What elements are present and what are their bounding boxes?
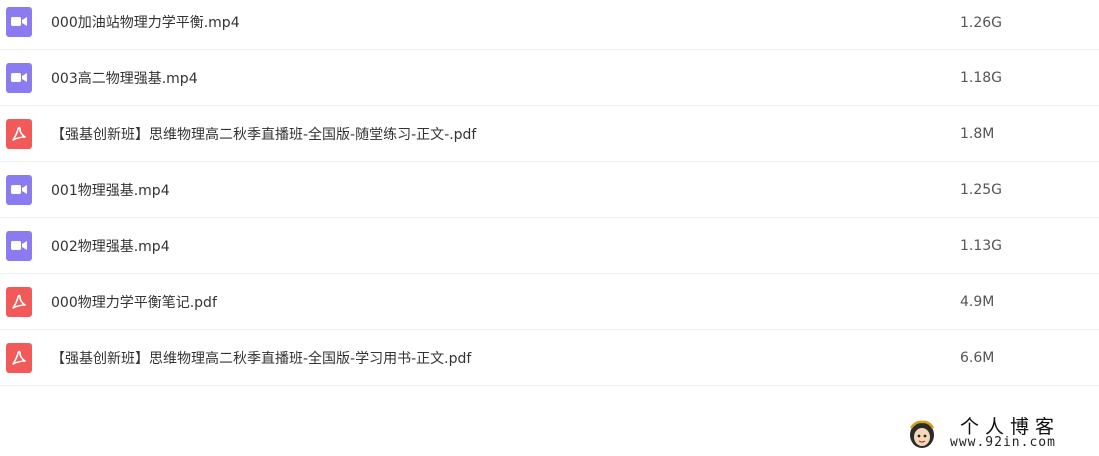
file-size: 1.18G (960, 69, 1003, 86)
file-name[interactable]: 【强基创新班】思维物理高二秋季直播班-全国版-随堂练习-正文-.pdf (51, 124, 476, 144)
file-list: 000加油站物理力学平衡.mp4 1.26G 003高二物理强基.mp4 1.1… (0, 0, 1099, 386)
file-row[interactable]: 003高二物理强基.mp4 1.18G (0, 50, 1099, 106)
file-row[interactable]: 002物理强基.mp4 1.13G (0, 218, 1099, 274)
video-file-icon (6, 230, 32, 261)
video-file-icon (6, 174, 32, 205)
pdf-file-icon (6, 118, 32, 149)
file-row[interactable]: 001物理强基.mp4 1.25G (0, 162, 1099, 218)
video-file-icon (6, 6, 32, 37)
file-size: 1.8M (960, 125, 995, 142)
pdf-file-icon (6, 286, 32, 317)
file-name[interactable]: 001物理强基.mp4 (51, 180, 170, 200)
file-name[interactable]: 000加油站物理力学平衡.mp4 (51, 12, 240, 32)
video-file-icon (6, 62, 32, 93)
watermark-url: www.92in.com (950, 435, 1056, 450)
file-size: 1.13G (960, 237, 1003, 254)
avatar-icon (907, 418, 937, 450)
file-row[interactable]: 000物理力学平衡笔记.pdf 4.9M (0, 274, 1099, 330)
file-row[interactable]: 【强基创新班】思维物理高二秋季直播班-全国版-学习用书-正文.pdf 6.6M (0, 330, 1099, 386)
file-row[interactable]: 【强基创新班】思维物理高二秋季直播班-全国版-随堂练习-正文-.pdf 1.8M (0, 106, 1099, 162)
file-name[interactable]: 000物理力学平衡笔记.pdf (51, 292, 217, 312)
file-size: 6.6M (960, 349, 995, 366)
pdf-file-icon (6, 342, 32, 373)
file-size: 1.26G (960, 14, 1003, 31)
blog-watermark: 个人博客 www.92in.com (905, 410, 1095, 454)
file-name[interactable]: 003高二物理强基.mp4 (51, 68, 198, 88)
file-name[interactable]: 【强基创新班】思维物理高二秋季直播班-全国版-学习用书-正文.pdf (51, 348, 471, 368)
file-row[interactable]: 000加油站物理力学平衡.mp4 1.26G (0, 0, 1099, 50)
file-size: 4.9M (960, 293, 995, 310)
file-name[interactable]: 002物理强基.mp4 (51, 236, 170, 256)
file-size: 1.25G (960, 181, 1003, 198)
